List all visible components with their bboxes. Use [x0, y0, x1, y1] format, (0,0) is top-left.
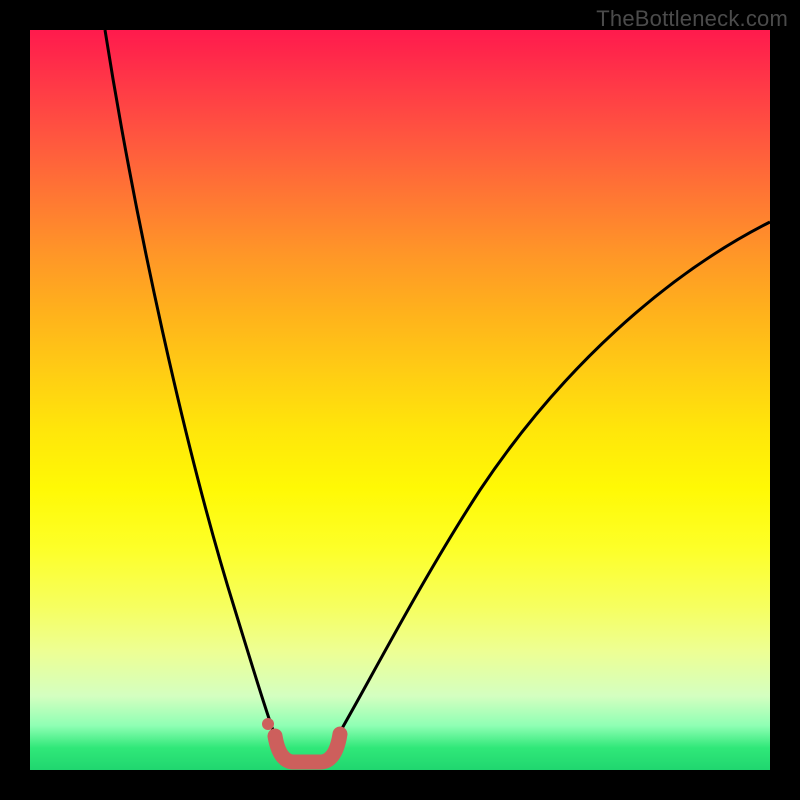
chart-frame: TheBottleneck.com: [0, 0, 800, 800]
valley-marker-dot: [262, 718, 274, 730]
chart-svg: [0, 0, 800, 800]
curve-right-branch: [326, 222, 770, 756]
curve-left-branch: [105, 30, 282, 755]
valley-marker-u: [275, 734, 340, 762]
